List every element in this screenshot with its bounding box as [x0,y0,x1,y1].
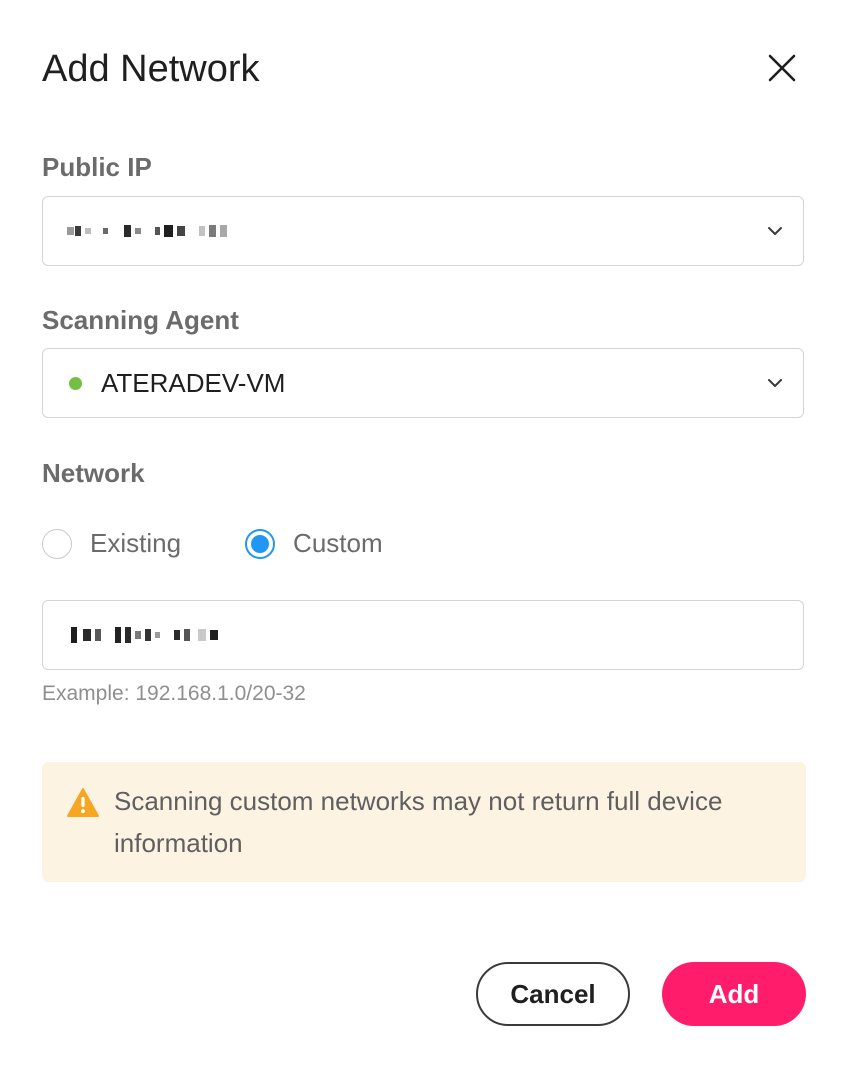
warning-banner: Scanning custom networks may not return … [42,762,806,882]
custom-network-input[interactable] [42,600,804,670]
radio-existing-label: Existing [90,528,182,558]
radio-custom-label: Custom [293,528,383,558]
scanning-agent-value: ATERADEV-VM [67,368,765,399]
redacted-value [71,627,218,643]
radio-existing[interactable]: Existing [42,528,181,559]
close-icon [768,54,796,82]
network-hint: Example: 192.168.1.0/20-32 [42,682,306,705]
warning-triangle-icon [67,788,99,817]
add-button[interactable]: Add [662,962,806,1026]
public-ip-select[interactable] [42,196,804,266]
dialog-title: Add Network [42,48,260,90]
add-network-dialog: Add Network Public IP Scanning Agent ATE… [0,0,848,1068]
radio-existing-circle[interactable] [42,528,72,559]
close-button[interactable] [760,46,804,90]
chevron-down-icon [765,373,785,393]
scanning-agent-label: Scanning Agent [42,305,239,335]
chevron-down-icon [765,221,785,241]
public-ip-value [67,225,765,237]
network-label: Network [42,458,145,488]
radio-custom-circle[interactable] [245,528,276,559]
cancel-button[interactable]: Cancel [476,962,630,1026]
scanning-agent-name: ATERADEV-VM [101,367,286,398]
warning-text: Scanning custom networks may not return … [114,786,723,858]
network-type-radio-group: Existing Custom [42,528,383,559]
public-ip-label: Public IP [42,152,152,182]
redacted-value [67,225,227,237]
online-status-dot [69,376,82,390]
radio-custom[interactable]: Custom [245,528,383,559]
scanning-agent-select[interactable]: ATERADEV-VM [42,348,804,418]
